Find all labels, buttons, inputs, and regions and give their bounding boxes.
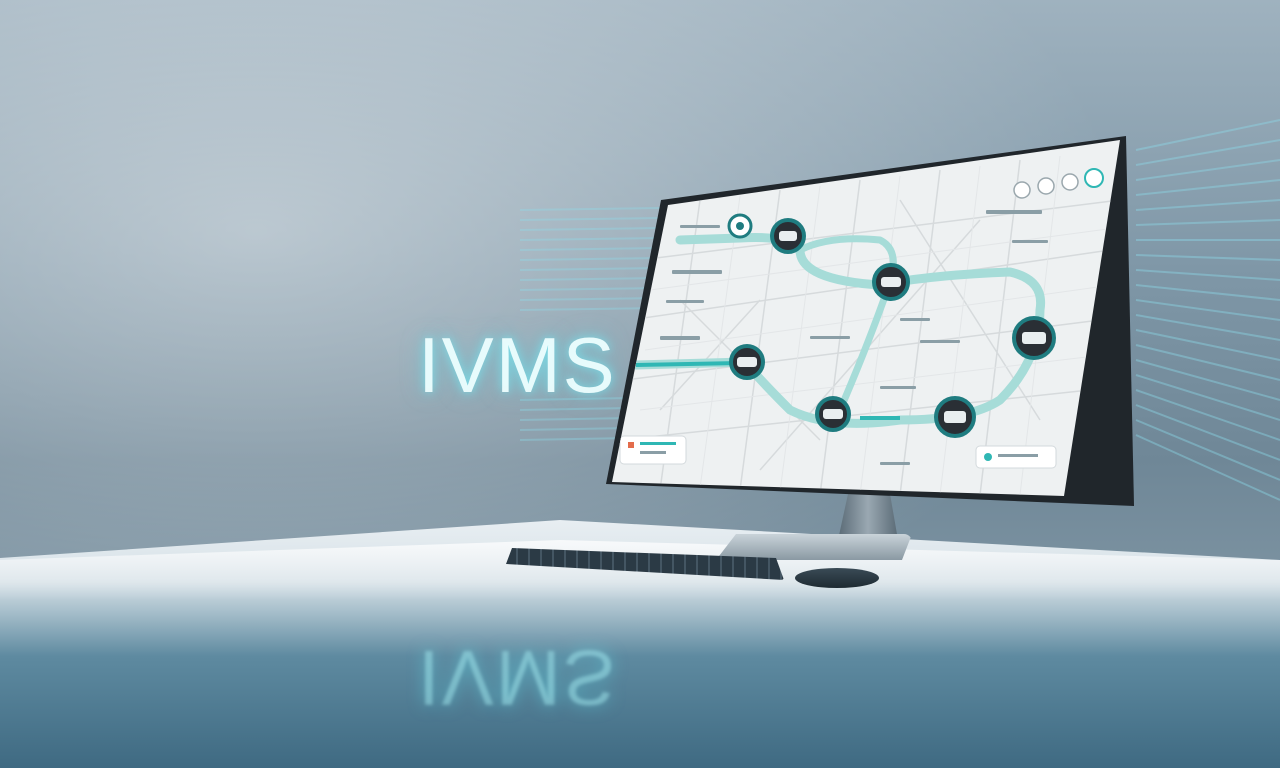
ivms-logo-reflection: IVMS — [418, 634, 617, 722]
monitor-stand-base — [716, 534, 912, 560]
mouse — [795, 568, 879, 588]
ivms-logo: IVMS — [418, 321, 617, 409]
monitor-stand-neck — [838, 494, 898, 540]
